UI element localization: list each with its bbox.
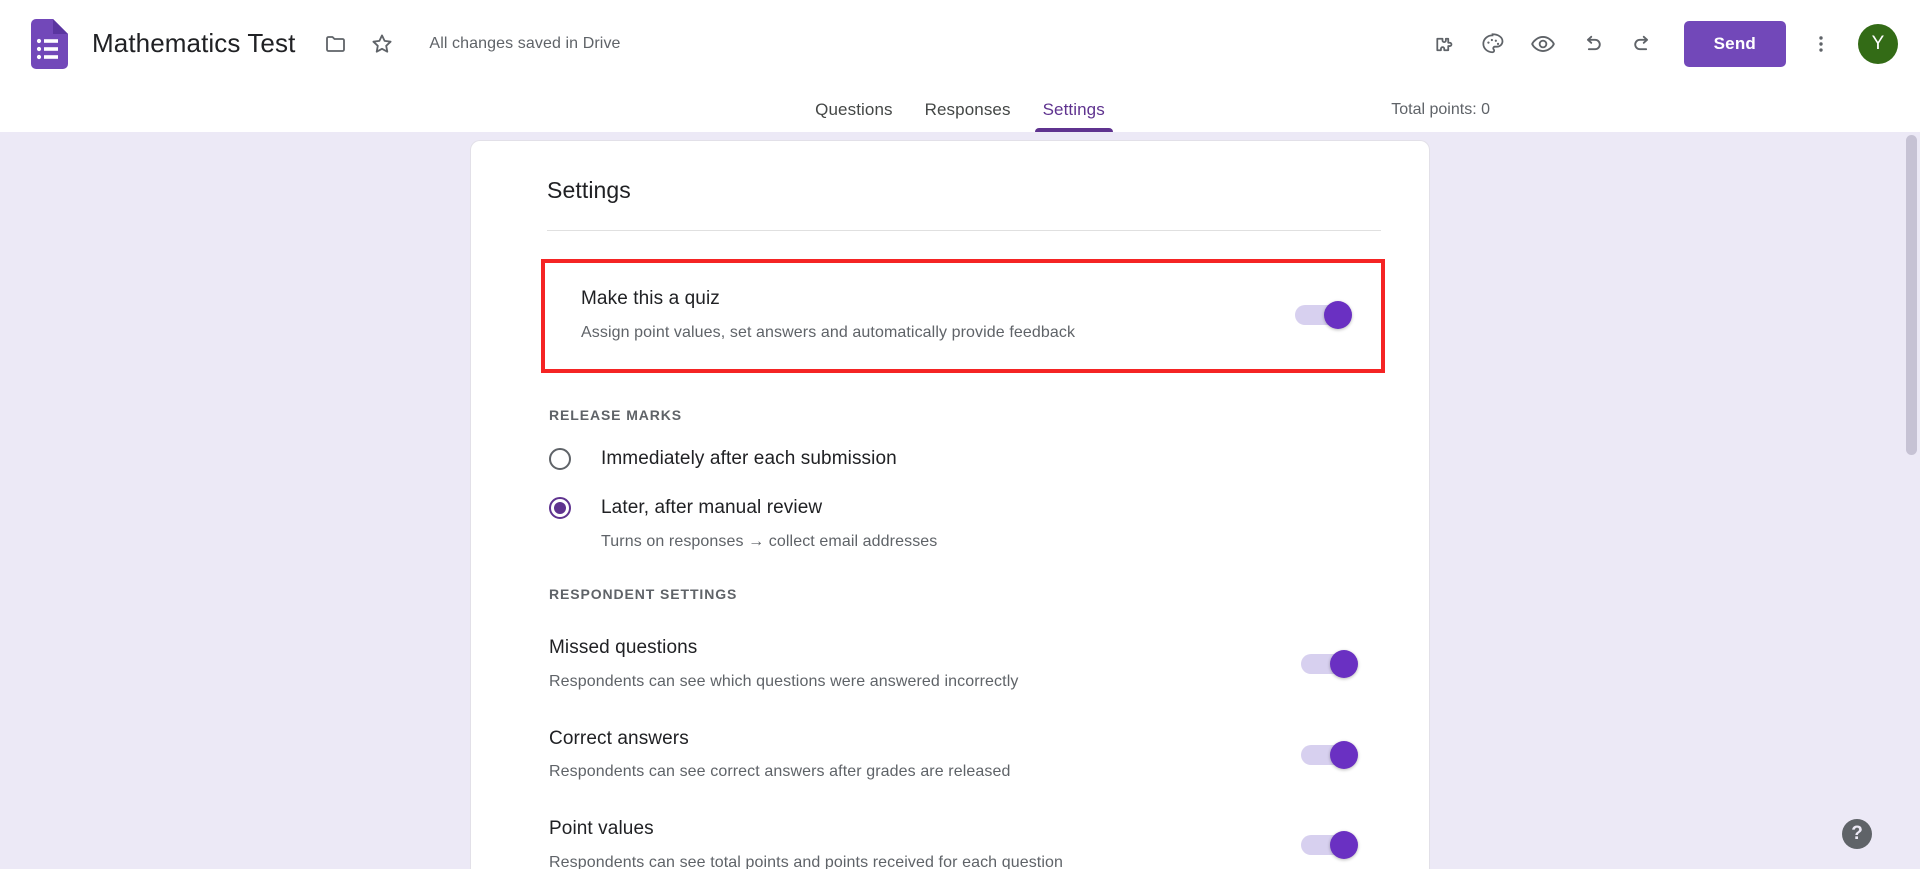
correct-answers-toggle[interactable] bbox=[1301, 745, 1357, 765]
settings-card: Settings Make this a quiz Assign point v… bbox=[470, 140, 1430, 869]
quiz-toggle[interactable] bbox=[1295, 305, 1351, 325]
tab-bar: Questions Responses Settings Total point… bbox=[0, 88, 1920, 132]
preview-button[interactable] bbox=[1522, 23, 1564, 65]
point-values-subtitle: Respondents can see total points and poi… bbox=[549, 852, 1063, 869]
toggle-knob-icon bbox=[1330, 741, 1358, 769]
correct-answers-row[interactable]: Correct answers Respondents can see corr… bbox=[549, 727, 1365, 783]
divider bbox=[547, 230, 1381, 231]
point-values-row[interactable]: Point values Respondents can see total p… bbox=[549, 817, 1365, 869]
scrollbar[interactable] bbox=[1903, 132, 1920, 869]
help-button[interactable]: ? bbox=[1842, 819, 1872, 849]
toggle-knob-icon bbox=[1330, 650, 1358, 678]
star-button[interactable] bbox=[361, 23, 403, 65]
undo-button[interactable] bbox=[1572, 23, 1614, 65]
move-to-folder-button[interactable] bbox=[315, 23, 357, 65]
correct-answers-title: Correct answers bbox=[549, 727, 1010, 752]
tab-responses[interactable]: Responses bbox=[909, 100, 1027, 132]
release-option-later-sublabel: Turns on responses → collect email addre… bbox=[601, 531, 937, 553]
point-values-text: Point values Respondents can see total p… bbox=[549, 817, 1063, 869]
missed-questions-row[interactable]: Missed questions Respondents can see whi… bbox=[549, 636, 1365, 692]
save-status: All changes saved in Drive bbox=[429, 35, 620, 53]
tabs: Questions Responses Settings bbox=[799, 100, 1121, 132]
google-forms-icon bbox=[26, 19, 68, 69]
release-option-immediately-label: Immediately after each submission bbox=[601, 447, 897, 472]
redo-icon bbox=[1630, 32, 1655, 57]
addons-button[interactable] bbox=[1422, 23, 1464, 65]
page-title[interactable]: Mathematics Test bbox=[90, 25, 297, 62]
release-option-later[interactable]: Later, after manual review Turns on resp… bbox=[549, 496, 1387, 552]
release-option-immediately-text: Immediately after each submission bbox=[601, 447, 897, 472]
toggle-knob-icon bbox=[1330, 831, 1358, 859]
puzzle-piece-icon bbox=[1430, 32, 1455, 57]
quiz-title: Make this a quiz bbox=[581, 287, 1075, 312]
more-vert-icon bbox=[1810, 33, 1832, 55]
point-values-title: Point values bbox=[549, 817, 1063, 842]
scrollbar-thumb[interactable] bbox=[1906, 135, 1917, 455]
release-option-later-text: Later, after manual review Turns on resp… bbox=[601, 496, 937, 552]
eye-icon bbox=[1530, 31, 1556, 57]
radio-unchecked-icon[interactable] bbox=[549, 448, 571, 470]
respondent-settings-label: RESPONDENT SETTINGS bbox=[549, 586, 1387, 602]
release-marks-label: RELEASE MARKS bbox=[549, 407, 1387, 423]
total-points-label: Total points: 0 bbox=[1391, 101, 1490, 119]
missed-questions-title: Missed questions bbox=[549, 636, 1018, 661]
release-option-immediately[interactable]: Immediately after each submission bbox=[549, 447, 1387, 472]
folder-icon bbox=[324, 32, 348, 56]
radio-checked-icon[interactable] bbox=[549, 497, 571, 519]
toggle-knob-icon bbox=[1324, 301, 1352, 329]
missed-questions-text: Missed questions Respondents can see whi… bbox=[549, 636, 1018, 692]
release-option-later-label: Later, after manual review bbox=[601, 496, 937, 521]
undo-icon bbox=[1580, 32, 1605, 57]
quiz-subtitle: Assign point values, set answers and aut… bbox=[581, 322, 1075, 344]
avatar[interactable]: Y bbox=[1858, 24, 1898, 64]
settings-canvas: Settings Make this a quiz Assign point v… bbox=[0, 132, 1920, 869]
point-values-toggle[interactable] bbox=[1301, 835, 1357, 855]
header-actions: Send Y bbox=[1422, 21, 1898, 67]
correct-answers-text: Correct answers Respondents can see corr… bbox=[549, 727, 1010, 783]
tab-questions[interactable]: Questions bbox=[799, 100, 908, 132]
send-button[interactable]: Send bbox=[1684, 21, 1786, 67]
star-outline-icon bbox=[370, 32, 394, 56]
palette-icon bbox=[1480, 32, 1505, 57]
redo-button[interactable] bbox=[1622, 23, 1664, 65]
tab-settings[interactable]: Settings bbox=[1027, 100, 1121, 132]
correct-answers-subtitle: Respondents can see correct answers afte… bbox=[549, 761, 1010, 783]
app-header: Mathematics Test All changes saved in Dr… bbox=[0, 0, 1920, 88]
make-this-a-quiz-row[interactable]: Make this a quiz Assign point values, se… bbox=[541, 259, 1385, 373]
title-block: Mathematics Test bbox=[90, 23, 403, 65]
more-options-button[interactable] bbox=[1800, 23, 1842, 65]
missed-questions-subtitle: Respondents can see which questions were… bbox=[549, 671, 1018, 693]
theme-button[interactable] bbox=[1472, 23, 1514, 65]
settings-heading: Settings bbox=[513, 141, 1387, 230]
quiz-row-text: Make this a quiz Assign point values, se… bbox=[581, 287, 1075, 343]
missed-questions-toggle[interactable] bbox=[1301, 654, 1357, 674]
